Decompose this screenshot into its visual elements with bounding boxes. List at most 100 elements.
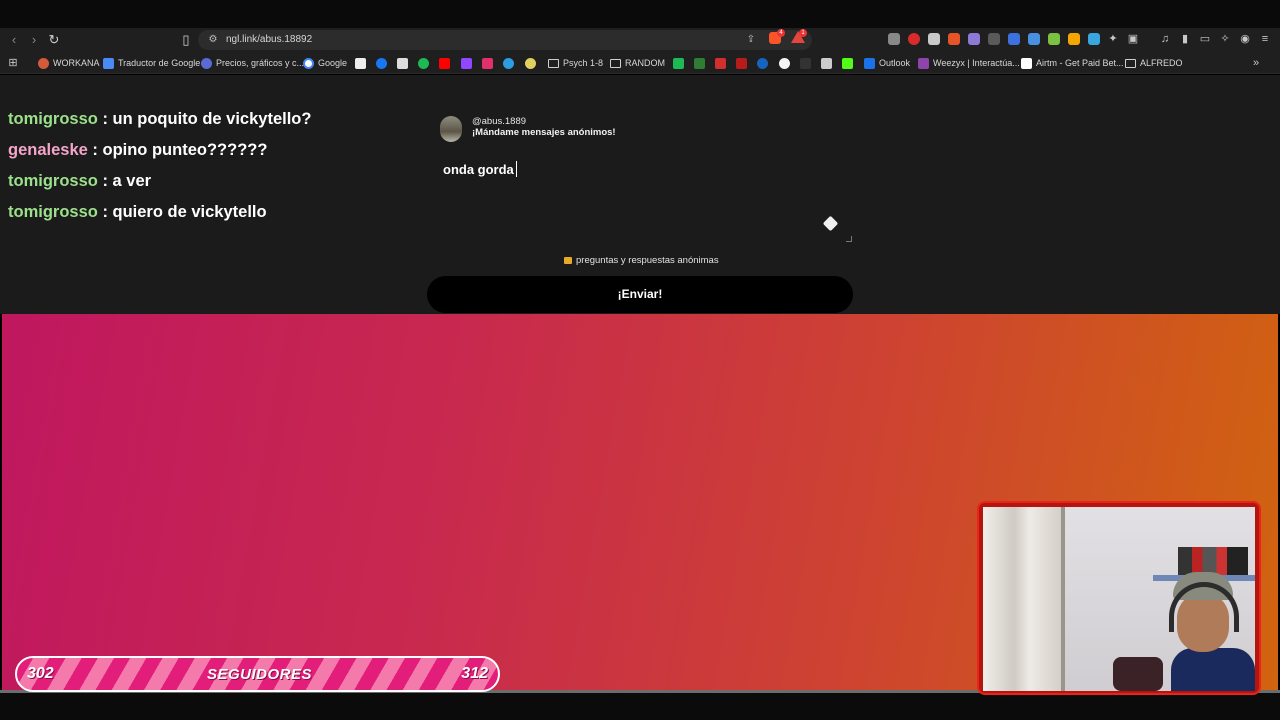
chat-username: genaleske (8, 141, 88, 159)
sidebar-icon[interactable]: ▮ (1178, 32, 1192, 46)
rewards-badge: 1 (799, 29, 807, 37)
webcam-shelf-items (1178, 547, 1248, 575)
bookmark-label: WORKANA (53, 58, 100, 68)
reload-icon[interactable]: ↻ (46, 32, 62, 48)
chat-message: tomigrosso : a ver (8, 170, 151, 192)
kick-icon[interactable] (842, 58, 853, 69)
x-icon[interactable] (397, 58, 408, 69)
site-settings-icon[interactable]: ⚙ (206, 33, 220, 47)
facebook-icon[interactable] (376, 58, 387, 69)
bookmark-folder-random[interactable]: RANDOM (610, 55, 665, 71)
bookmark-google[interactable]: Google (303, 55, 347, 71)
folder-icon (1125, 58, 1136, 68)
webcam-chair (1113, 657, 1163, 691)
bookmark-folder-alfredo[interactable]: ALFREDO (1125, 55, 1183, 71)
chat-text: : a ver (102, 172, 152, 190)
chat-text: : opino punteo?????? (92, 141, 268, 159)
bookmark-outlook[interactable]: Outlook (864, 55, 910, 71)
netflix-icon[interactable] (736, 58, 747, 69)
forward-icon[interactable]: › (26, 32, 42, 48)
share-icon[interactable]: ⇪ (744, 33, 758, 47)
extension-icon[interactable] (1028, 33, 1040, 45)
tiktok-icon[interactable] (355, 58, 366, 69)
bookmark-icon[interactable] (715, 58, 726, 69)
menu-icon[interactable]: ≡ (1258, 32, 1272, 46)
extension-icon[interactable] (948, 33, 960, 45)
google-icon (303, 57, 314, 69)
wallet-icon[interactable]: ▭ (1198, 32, 1212, 46)
translate-icon (103, 57, 114, 69)
extension-icon[interactable] (928, 33, 940, 45)
vpn-icon[interactable]: ◉ (1238, 32, 1252, 46)
bookmark-icon[interactable] (673, 58, 684, 69)
url-text: ngl.link/abus.18892 (226, 34, 313, 45)
address-bar[interactable]: ⚙ ngl.link/abus.18892 ⇪ (198, 30, 812, 50)
avatar (440, 116, 462, 142)
bookmarks-bar: ⊞ WORKANA Traductor de Google Precios, g… (0, 52, 1280, 74)
chat-username: tomigrosso (8, 172, 98, 190)
telegram-icon[interactable] (503, 58, 514, 69)
bookmark-label: ALFREDO (1140, 58, 1183, 68)
extensions-puzzle-icon[interactable]: ✦ (1106, 32, 1120, 46)
folder-icon (548, 58, 559, 68)
more-bookmarks-icon[interactable]: » (1249, 56, 1263, 70)
bookmark-icon[interactable] (525, 58, 536, 69)
bookmark-label: Precios, gráficos y c... (216, 58, 305, 68)
extension-icon[interactable] (1008, 33, 1020, 45)
window-titlebar (0, 0, 1280, 28)
youtube-icon[interactable] (439, 58, 450, 69)
bookmark-label: Airtm - Get Paid Bet... (1036, 58, 1124, 68)
bookmark-label: Weezyx | Interactúa... (933, 58, 1020, 68)
bookmark-icon[interactable] (779, 58, 790, 69)
extension-icon[interactable] (1068, 33, 1080, 45)
lock-icon (564, 257, 572, 264)
send-button[interactable]: ¡Enviar! (427, 276, 853, 313)
bookmark-weezyx[interactable]: Weezyx | Interactúa... (918, 55, 1020, 71)
apps-grid-icon[interactable]: ⊞ (6, 56, 20, 70)
bookmark-workana[interactable]: WORKANA (38, 55, 100, 71)
bookmark-google-translate[interactable]: Traductor de Google (103, 55, 200, 71)
message-value: onda gorda (443, 162, 514, 177)
resize-handle-icon[interactable] (846, 236, 852, 242)
webcam-feed (983, 507, 1255, 691)
media-icon[interactable]: ♫ (1158, 32, 1172, 46)
privacy-note: preguntas y respuestas anónimas (564, 255, 719, 266)
followers-label: SEGUIDORES (206, 666, 313, 683)
followers-goal: 312 (461, 665, 488, 682)
extension-icon[interactable] (988, 33, 1000, 45)
bookmark-icon[interactable] (821, 58, 832, 69)
bookmark-icon[interactable] (757, 58, 768, 69)
twitch-icon[interactable] (461, 58, 472, 69)
browser-toolbar: ‹ › ↻ ▯ ⚙ ngl.link/abus.18892 ⇪ 4 1 ✦ ▣ … (0, 28, 1280, 52)
bookmark-folder-psych[interactable]: Psych 1-8 (548, 55, 603, 71)
chat-message: genaleske : opino punteo?????? (8, 139, 267, 161)
chat-message: tomigrosso : un poquito de vickytello? (8, 108, 311, 130)
bookmark-label: Psych 1-8 (563, 58, 604, 68)
bookmark-label: Outlook (879, 58, 911, 68)
leo-ai-icon[interactable]: ✧ (1218, 32, 1232, 46)
extension-icon[interactable] (1048, 33, 1060, 45)
extension-icon[interactable] (888, 33, 900, 45)
bookmark-precios[interactable]: Precios, gráficos y c... (201, 55, 304, 71)
instagram-icon[interactable] (482, 58, 493, 69)
bookmark-page-icon[interactable]: ▯ (178, 32, 194, 48)
screenshot-icon[interactable]: ▣ (1126, 32, 1140, 46)
bookmark-icon[interactable] (694, 58, 705, 69)
privacy-note-text: preguntas y respuestas anónimas (576, 255, 719, 266)
spotify-icon[interactable] (418, 58, 429, 69)
weezyx-icon (918, 57, 929, 69)
dice-icon[interactable] (822, 215, 839, 232)
folder-icon (610, 58, 621, 68)
message-textarea[interactable]: onda gorda (436, 152, 854, 244)
profile-prompt: ¡Mándame mensajes anónimos! (472, 127, 616, 138)
chat-username: tomigrosso (8, 203, 98, 221)
bookmark-label: Traductor de Google (118, 58, 201, 68)
back-icon[interactable]: ‹ (6, 32, 22, 48)
extension-icon[interactable] (968, 33, 980, 45)
airtm-icon (1021, 57, 1032, 69)
bookmark-label: Google (318, 58, 348, 68)
extension-icon[interactable] (908, 33, 920, 45)
extension-icon[interactable] (1088, 33, 1100, 45)
bookmark-airtm[interactable]: Airtm - Get Paid Bet... (1021, 55, 1124, 71)
bookmark-icon[interactable] (800, 58, 811, 69)
